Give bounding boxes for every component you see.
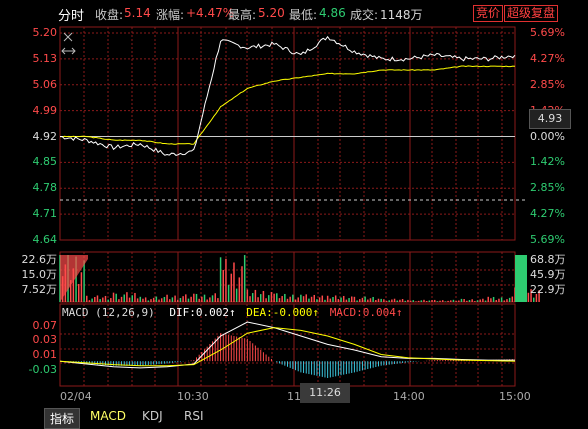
cumulative-volume-area	[515, 255, 527, 302]
vol-right-label: 68.8万	[530, 253, 566, 266]
vol-left-label: 7.52万	[21, 283, 58, 296]
macd-axis-label: 0.03	[32, 333, 58, 346]
vol-right-label: 22.9万	[530, 283, 566, 296]
close-icon[interactable]	[63, 32, 73, 42]
indicator-tabs: 指标 MACD KDJ RSI	[0, 406, 588, 429]
macd-dif: DIF:0.002↑	[169, 306, 236, 319]
crosshair-time-tag: 11:26	[300, 383, 350, 403]
price-right-label: 2.85%	[530, 77, 565, 91]
macd-title: MACD (12,26,9)	[62, 306, 155, 319]
price-right-label: 0.00%	[530, 129, 565, 143]
price-right-label: 5.69%	[530, 233, 565, 246]
macd-axis-label: 0.01	[32, 348, 58, 361]
time-label-1500: 15:00	[499, 390, 531, 403]
volume-panel-frame	[59, 251, 516, 303]
time-label-1030: 10:30	[177, 390, 209, 403]
price-left-label: 5.06	[32, 77, 58, 91]
price-right-label: 4.27%	[530, 51, 565, 65]
vol-left-label: 15.0万	[21, 268, 58, 281]
time-label-1400: 14:00	[393, 390, 425, 403]
price-left-label: 5.13	[32, 51, 58, 65]
macd-axis-label: 0.07	[32, 319, 58, 332]
price-right-label: 1.42%	[530, 155, 565, 169]
macd-dea: DEA:-0.000↑	[246, 306, 320, 319]
tab-rsi[interactable]: RSI	[184, 409, 204, 423]
price-left-label: 4.64	[32, 233, 58, 246]
average-price-line	[59, 65, 516, 145]
price-right-label: 4.27%	[530, 207, 565, 221]
price-left-label: 4.78	[32, 181, 58, 195]
resize-arrows-icon[interactable]	[61, 47, 76, 55]
price-left-label: 5.20	[32, 26, 58, 39]
price-right-label: 2.85%	[530, 181, 565, 195]
price-left-label: 4.71	[32, 207, 58, 221]
tab-macd[interactable]: MACD	[90, 409, 126, 423]
time-label-date: 02/04	[60, 390, 92, 403]
price-line	[60, 35, 516, 156]
tab-indicator[interactable]: 指标	[44, 408, 81, 429]
vol-right-label: 45.9万	[530, 268, 566, 281]
price-left-label: 4.99	[32, 103, 58, 117]
price-left-label: 4.85	[32, 155, 58, 169]
vol-left-label: 22.6万	[21, 253, 58, 266]
tab-kdj[interactable]: KDJ	[142, 409, 163, 423]
price-left-label: 4.92	[32, 129, 58, 143]
crosshair-price-tag: 4.93	[529, 109, 571, 129]
macd-legend: MACD (12,26,9) DIF:0.002↑ DEA:-0.000↑ MA…	[62, 306, 403, 319]
intraday-chart[interactable]	[0, 0, 588, 427]
price-right-label: 5.69%	[530, 26, 565, 39]
macd-value: MACD:0.004↑	[329, 306, 403, 319]
macd-axis-label: -0.03	[28, 363, 57, 376]
dea-line	[59, 327, 516, 367]
time-label-partial: 11	[287, 390, 301, 403]
